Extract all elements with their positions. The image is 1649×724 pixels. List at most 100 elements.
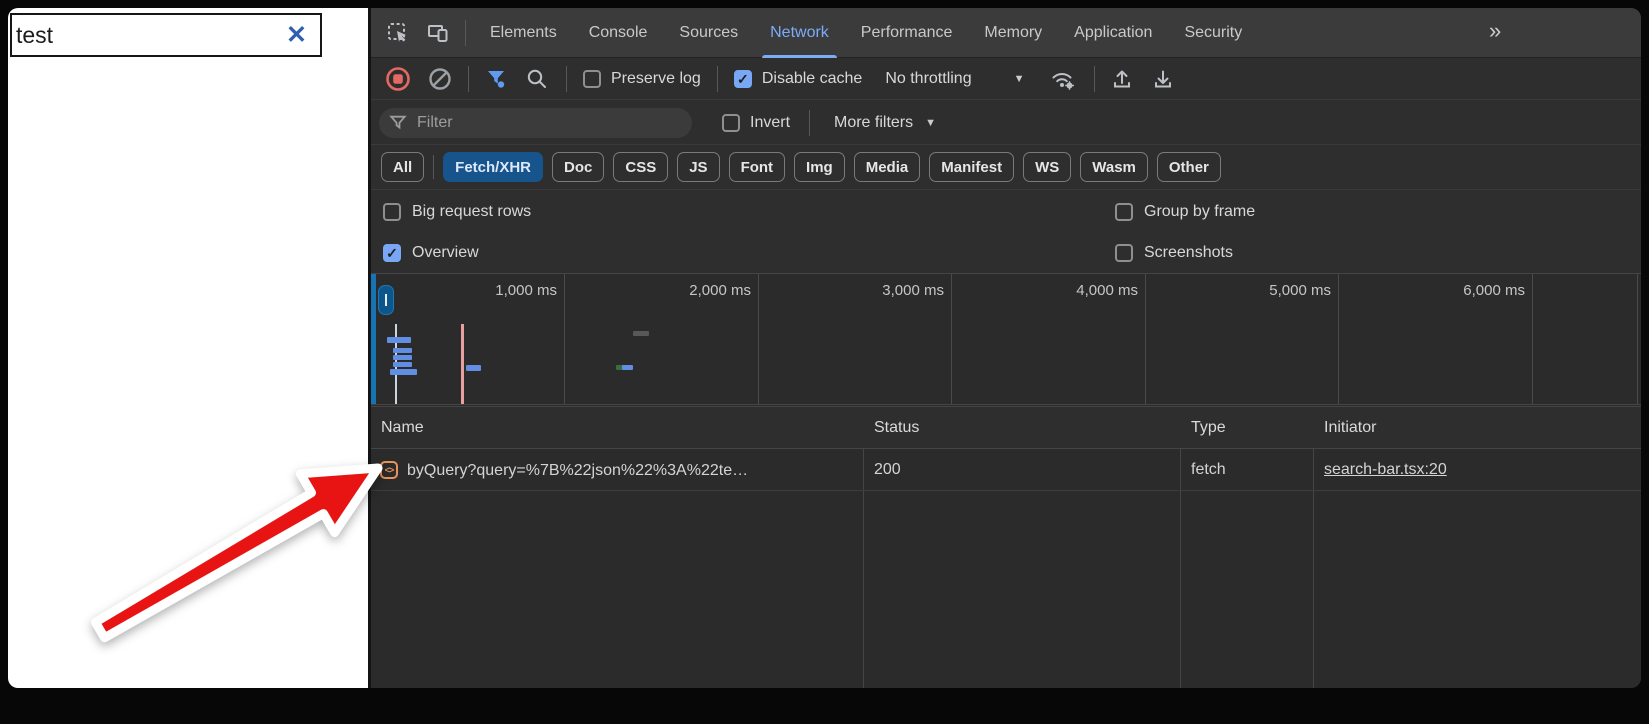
filter-toggle-icon[interactable] [485,67,509,91]
timeline-request-bar-gray [633,331,649,336]
timeline-tick: 4,000 ms [952,274,1146,405]
search-input[interactable] [12,22,261,49]
filter-pill-doc[interactable]: Doc [552,152,604,182]
tab-network[interactable]: Network [754,8,845,58]
timeline-request-bar [387,337,411,343]
import-har-icon[interactable] [1110,67,1134,91]
column-header-status[interactable]: Status [874,407,919,448]
chevron-down-icon: ▼ [925,117,936,129]
tab-security[interactable]: Security [1168,8,1258,58]
network-toolbar: Preserve log ✓ Disable cache No throttli… [371,58,1641,100]
table-header: Name Status Type Initiator [371,407,1641,449]
filter-row: Invert More filters ▼ [371,100,1641,145]
inspect-element-icon[interactable] [385,20,411,46]
column-header-initiator[interactable]: Initiator [1324,407,1376,448]
tab-console[interactable]: Console [573,8,664,58]
filter-pill-fetch-xhr[interactable]: Fetch/XHR [443,152,543,182]
screenshots-label: Screenshots [1144,244,1233,262]
timeline-request-bar [393,362,412,367]
timeline-tick: 3,000 ms [759,274,952,405]
device-toolbar-icon[interactable] [425,20,451,46]
request-initiator-cell: search-bar.tsx:20 [1324,449,1447,490]
more-filters-label: More filters [834,114,913,132]
network-conditions-icon[interactable] [1050,67,1077,91]
initiator-link[interactable]: search-bar.tsx:20 [1324,461,1447,478]
filter-pill-css[interactable]: CSS [613,152,668,182]
timeline-request-bar [390,369,417,375]
request-status-cell: 200 [874,449,901,490]
clear-network-log-icon[interactable] [428,67,452,91]
more-tabs-icon[interactable]: » [1489,18,1501,44]
request-name-cell[interactable]: <> byQuery?query=%7B%22json%22%3A%22te… [380,449,748,491]
column-header-name[interactable]: Name [381,407,424,448]
tab-memory[interactable]: Memory [968,8,1058,58]
filter-pill-manifest[interactable]: Manifest [929,152,1014,182]
pill-divider [433,155,434,179]
filter-input[interactable] [415,113,659,133]
disable-cache-checkbox[interactable]: ✓ [734,70,752,88]
overview-toggle[interactable]: ✓ Overview [383,233,479,273]
group-by-frame-checkbox[interactable] [1115,203,1133,221]
devtools-tabbar: Elements Console Sources Network Perform… [371,8,1641,58]
throttling-select[interactable]: No throttling ▼ [885,70,1024,88]
search-icon[interactable] [525,67,549,91]
disable-cache-toggle[interactable]: ✓ Disable cache [734,70,863,88]
timeline-request-bar [622,365,633,370]
invert-label: Invert [750,114,790,132]
preserve-log-toggle[interactable]: Preserve log [583,70,701,88]
filter-pill-img[interactable]: Img [794,152,845,182]
record-network-log-icon[interactable] [385,66,411,92]
toolbar-divider [809,110,810,136]
toolbar-divider [465,20,466,46]
timeline-gridline [1637,274,1638,405]
tab-sources[interactable]: Sources [663,8,754,58]
big-request-rows-checkbox[interactable] [383,203,401,221]
overview-left-handle[interactable] [378,285,394,315]
preserve-log-checkbox[interactable] [583,70,601,88]
filter-pill-all[interactable]: All [381,152,424,182]
group-by-frame-label: Group by frame [1144,203,1255,221]
timeline-request-bar [393,355,412,360]
table-row[interactable]: <> byQuery?query=%7B%22json%22%3A%22te… … [371,449,1641,491]
request-type-cell: fetch [1191,449,1226,490]
tab-elements[interactable]: Elements [474,8,573,58]
browser-window: ✕ Elements Console Sources Network Perfo… [8,8,1641,688]
export-har-icon[interactable] [1151,67,1175,91]
timeline-tick: 6,000 ms [1339,274,1533,405]
big-request-rows-toggle[interactable]: Big request rows [383,190,531,233]
request-name[interactable]: byQuery?query=%7B%22json%22%3A%22te… [407,450,748,491]
more-filters-button[interactable]: More filters ▼ [834,100,936,145]
column-header-type[interactable]: Type [1191,407,1226,448]
filter-pill-js[interactable]: JS [677,152,719,182]
toolbar-divider [566,66,567,92]
overview-label: Overview [412,244,479,262]
tab-performance[interactable]: Performance [845,8,969,58]
filter-pill-font[interactable]: Font [729,152,785,182]
tab-application[interactable]: Application [1058,8,1168,58]
devtools-panel: Elements Console Sources Network Perform… [371,8,1641,688]
overview-checkbox[interactable]: ✓ [383,244,401,262]
screenshots-toggle[interactable]: Screenshots [1115,233,1233,273]
network-overview-timeline[interactable]: 1,000 ms 2,000 ms 3,000 ms 4,000 ms 5,00… [371,273,1641,405]
timeline-tick: 2,000 ms [565,274,759,405]
clear-search-icon[interactable]: ✕ [286,21,307,49]
filter-pill-other[interactable]: Other [1157,152,1221,182]
filter-field [379,108,692,138]
funnel-icon [389,114,407,132]
big-request-rows-label: Big request rows [412,203,531,221]
filter-pill-ws[interactable]: WS [1023,152,1071,182]
filter-pill-media[interactable]: Media [854,152,921,182]
screenshots-checkbox[interactable] [1115,244,1133,262]
group-by-frame-toggle[interactable]: Group by frame [1115,190,1255,233]
invert-checkbox[interactable] [722,114,740,132]
overview-selection-strip [371,274,376,405]
requests-table: Name Status Type Initiator <> byQuery?qu… [371,406,1641,688]
filter-pill-wasm[interactable]: Wasm [1080,152,1148,182]
invert-toggle[interactable]: Invert [722,100,790,145]
timeline-request-bar [393,348,412,353]
toolbar-divider [717,66,718,92]
page-search-field: ✕ [10,13,322,57]
toolbar-divider [468,66,469,92]
options-row-1: Big request rows Group by frame [371,190,1641,233]
options-row-2: ✓ Overview Screenshots [371,233,1641,273]
